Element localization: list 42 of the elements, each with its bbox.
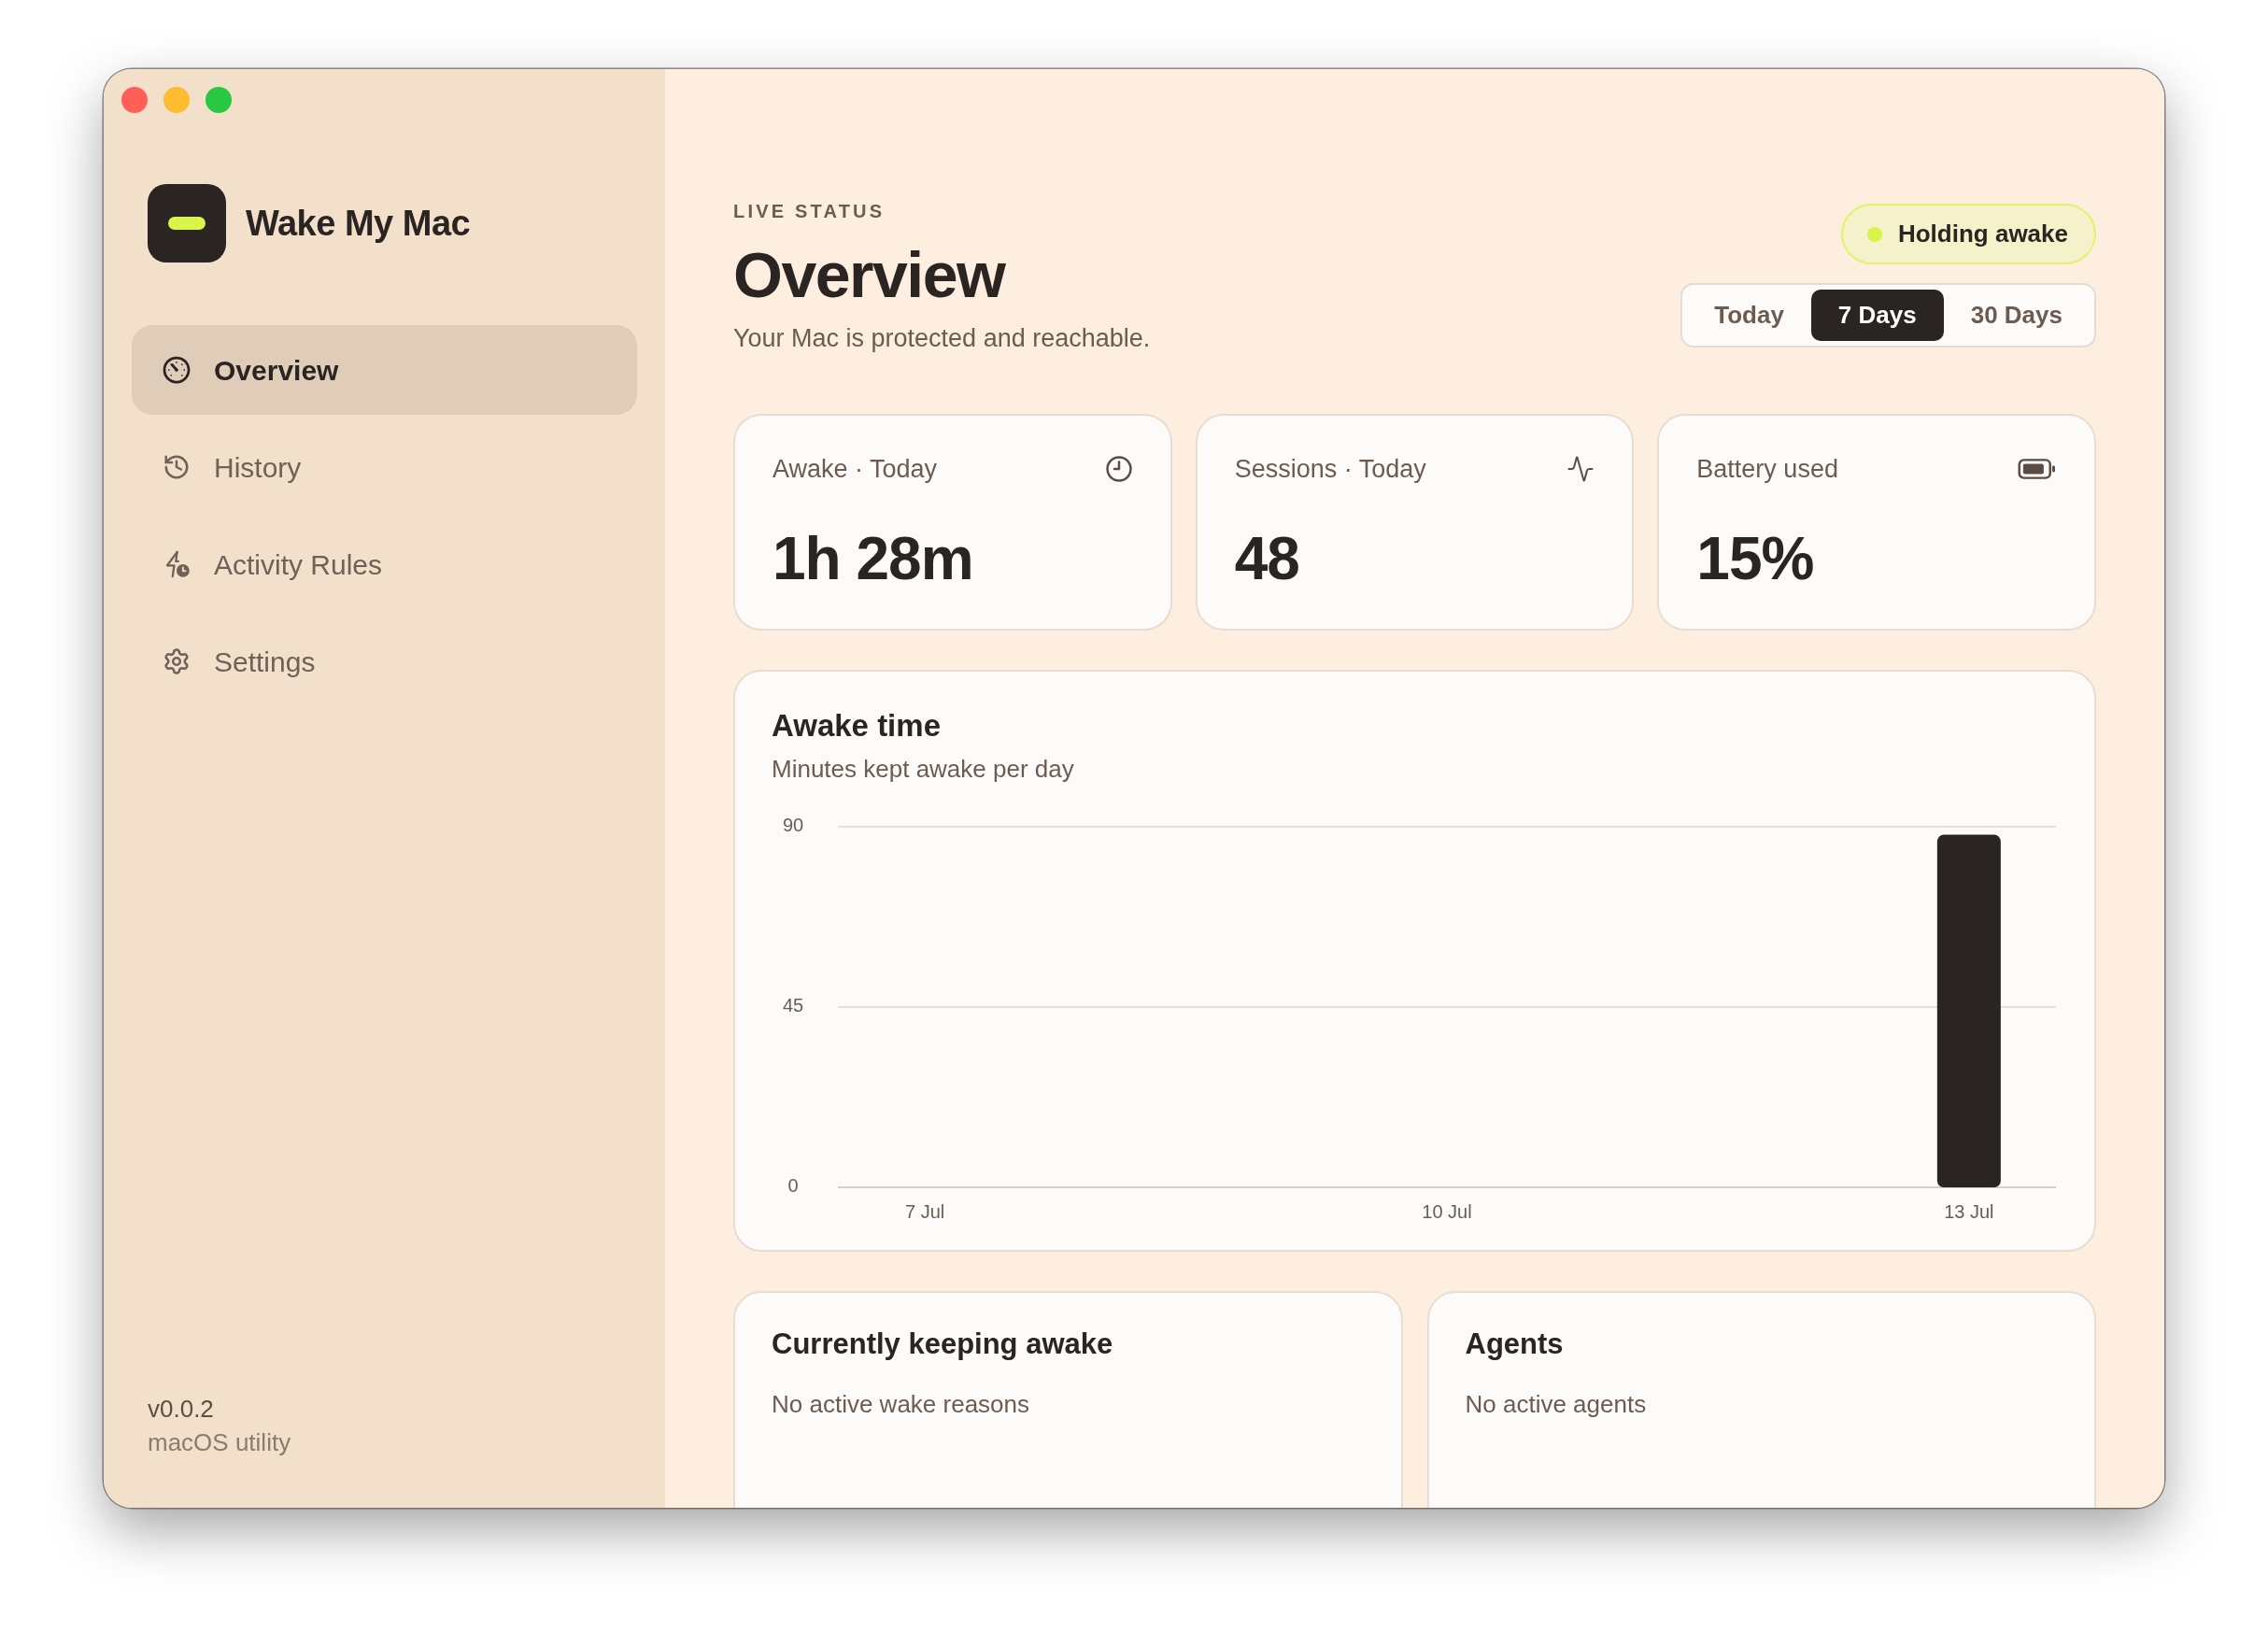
range-tab[interactable]: 30 Days (1943, 290, 2090, 341)
sidebar-item[interactable]: Activity Rules (132, 519, 637, 609)
window-zoom-button[interactable] (206, 87, 232, 113)
empty-state-text: No active wake reasons (772, 1389, 1030, 1419)
stat-value: 15% (1696, 529, 1814, 589)
range-tab[interactable]: 7 Days (1810, 290, 1944, 341)
version-label: v0.0.2 (148, 1394, 214, 1425)
settings-icon (163, 647, 191, 675)
stat-label: Battery used (1696, 454, 1838, 484)
pulse-icon (1566, 455, 1595, 483)
window-close-button[interactable] (121, 87, 148, 113)
axis-label: 45 (782, 995, 804, 1016)
chart-subtitle: Minutes kept awake per day (772, 754, 1074, 784)
axis-label: 10 Jul (1422, 1201, 1472, 1223)
status-badge: Holding awake (1840, 204, 2096, 264)
sidebar-item[interactable]: Settings (132, 617, 637, 706)
battery-icon (2018, 459, 2057, 479)
axis-label: 7 Jul (905, 1201, 945, 1223)
card-title: Agents (1465, 1327, 1564, 1362)
window-minimize-button[interactable] (163, 87, 190, 113)
sidebar-item[interactable]: Overview (132, 325, 637, 415)
chart-title: Awake time (772, 707, 941, 745)
axis-label: 0 (787, 1175, 799, 1197)
app-title: Wake My Mac (246, 202, 471, 245)
sidebar-item[interactable]: History (132, 422, 637, 512)
axis-label: 90 (782, 815, 804, 836)
stat-label: Awake · Today (773, 454, 938, 484)
platform-label: macOS utility (148, 1427, 291, 1458)
stat-value: 1h 28m (773, 529, 973, 589)
page-subtitle: Your Mac is protected and reachable. (733, 323, 1151, 354)
app-logo-icon (148, 184, 226, 263)
range-tab[interactable]: Today (1687, 290, 1811, 341)
section-eyebrow: LIVE STATUS (733, 200, 886, 222)
page-title: Overview (733, 239, 1005, 310)
clock-icon (1104, 455, 1133, 483)
card-title: Currently keeping awake (772, 1327, 1113, 1362)
gauge-icon (163, 356, 191, 384)
stat-value: 48 (1234, 529, 1299, 589)
history-icon (163, 453, 191, 481)
stat-label: Sessions · Today (1234, 454, 1426, 484)
empty-state-text: No active agents (1465, 1389, 1647, 1419)
axis-label: 13 Jul (1944, 1201, 1994, 1223)
